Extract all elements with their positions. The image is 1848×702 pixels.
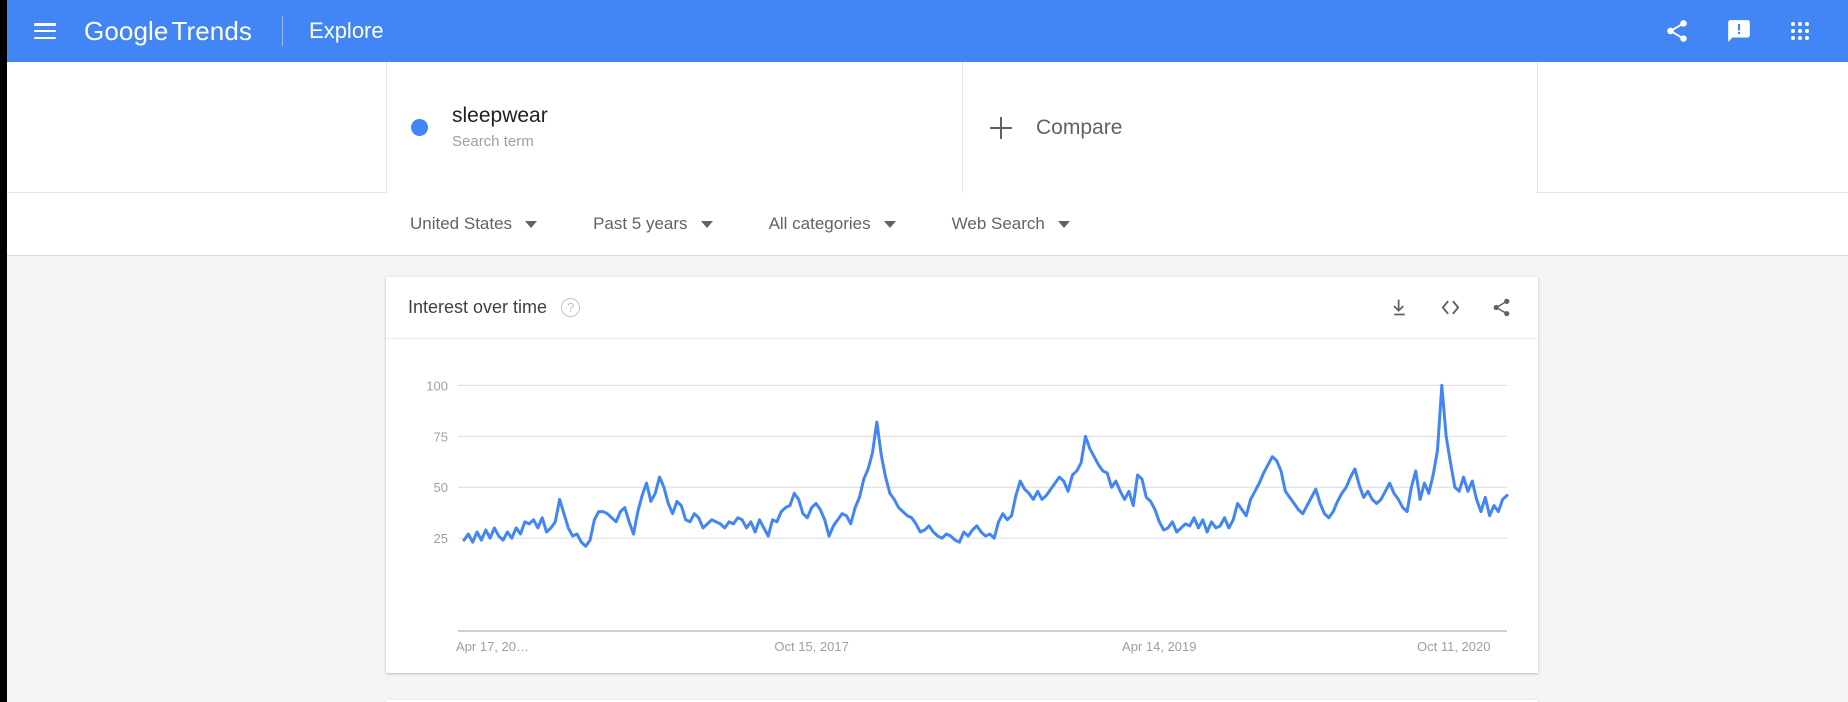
chevron-down-icon [884,221,896,228]
svg-text:Oct 11, 2020: Oct 11, 2020 [1417,639,1490,654]
apps-grid-icon[interactable] [1788,19,1812,43]
interest-over-time-card: Interest over time ? [386,277,1538,673]
header-actions [1664,18,1812,44]
chevron-down-icon [701,221,713,228]
svg-text:Apr 14, 2019: Apr 14, 2019 [1122,639,1196,654]
filters-group: United States Past 5 years All categorie… [410,214,1126,234]
chart-title: Interest over time [408,297,547,318]
search-term-label: sleepwear [452,104,548,128]
google-trends-page: GoogleTrends Explore [0,0,1848,702]
category-filter[interactable]: All categories [769,214,896,234]
chart-actions [1389,296,1512,319]
svg-text:50: 50 [434,480,448,495]
embed-icon[interactable] [1439,296,1462,319]
search-term-texts: sleepwear Search term [452,104,548,150]
search-terms-row: sleepwear Search term Compare [7,62,1848,193]
share-icon[interactable] [1664,18,1690,44]
filters-row: United States Past 5 years All categorie… [7,193,1848,256]
svg-text:100: 100 [426,378,448,393]
explore-nav-link[interactable]: Explore [309,18,384,44]
chart-header: Interest over time ? [386,277,1538,339]
location-filter[interactable]: United States [410,214,537,234]
search-term-card[interactable]: sleepwear Search term [386,62,963,193]
brand-google-text: Google [84,16,168,46]
location-filter-label: United States [410,214,512,234]
svg-text:25: 25 [434,531,448,546]
hamburger-icon[interactable] [34,23,56,39]
help-icon[interactable]: ? [561,298,580,317]
svg-text:75: 75 [434,429,448,444]
add-comparison-button[interactable]: Compare [963,62,1538,193]
share-icon[interactable] [1491,297,1512,318]
feedback-icon[interactable] [1726,18,1752,44]
compare-label: Compare [1036,116,1122,140]
chart-plot-area[interactable]: 25 50 75 100 Apr 17, 20… Oct 15, 2017 Apr 14, … [386,339,1538,672]
svg-text:Oct 15, 2017: Oct 15, 2017 [774,639,848,654]
plus-icon [990,117,1012,139]
category-filter-label: All categories [769,214,871,234]
time-range-filter[interactable]: Past 5 years [593,214,713,234]
time-range-filter-label: Past 5 years [593,214,688,234]
search-type-filter-label: Web Search [952,214,1045,234]
download-icon[interactable] [1389,297,1410,318]
chevron-down-icon [525,221,537,228]
interest-over-time-chart[interactable]: 25 50 75 100 Apr 17, 20… Oct 15, 2017 Apr 14, … [386,339,1538,672]
series-color-dot [411,119,428,136]
chevron-down-icon [1058,221,1070,228]
search-type-filter[interactable]: Web Search [952,214,1070,234]
app-header: GoogleTrends Explore [7,0,1848,62]
svg-text:Apr 17, 20…: Apr 17, 20… [456,639,529,654]
search-term-type-label: Search term [452,133,548,150]
header-divider [282,16,283,46]
brand-logo[interactable]: GoogleTrends [84,18,252,44]
brand-trends-text: Trends [171,16,252,46]
